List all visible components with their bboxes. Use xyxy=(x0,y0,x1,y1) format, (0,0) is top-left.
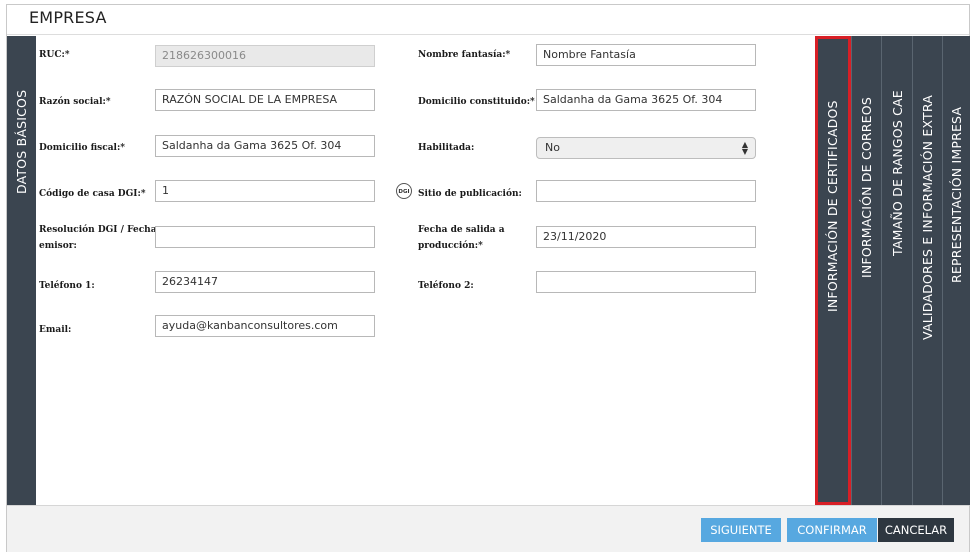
empresa-dialog: EMPRESA DATOS BÁSICOS RUC:* 218626300016… xyxy=(6,4,970,552)
ruc-label: RUC:* xyxy=(39,50,70,60)
codigo-casa-input[interactable]: 1 xyxy=(155,180,375,202)
nombre-fantasia-input[interactable]: Nombre Fantasía xyxy=(536,44,756,66)
resolucion-label-line1: Resolución DGI / Fecha xyxy=(39,225,157,235)
codigo-casa-label: Código de casa DGI:* xyxy=(39,189,146,199)
tab-informacion-correos[interactable]: INFORMACIÓN DE CORREOS xyxy=(851,36,881,505)
tab-datos-basicos[interactable]: DATOS BÁSICOS xyxy=(7,36,36,505)
tab-informacion-certificados[interactable]: INFORMACIÓN DE CERTIFICADOS xyxy=(815,36,851,505)
email-label: Email: xyxy=(39,325,72,335)
nombre-fantasia-label: Nombre fantasía:* xyxy=(418,50,511,60)
habilitada-select[interactable]: No ▲ ▼ xyxy=(536,137,756,159)
tab-tamano-rangos-cae-label: TAMAÑO DE RANGOS CAE xyxy=(890,90,905,256)
resolucion-label-line2: emisor: xyxy=(39,241,77,251)
telefono2-label: Teléfono 2: xyxy=(418,281,474,291)
title-divider xyxy=(7,34,969,35)
fecha-salida-input[interactable]: 23/11/2020 xyxy=(536,226,756,248)
siguiente-button[interactable]: SIGUIENTE xyxy=(701,518,781,542)
habilitada-label: Habilitada: xyxy=(418,143,475,153)
tab-informacion-certificados-label: INFORMACIÓN DE CERTIFICADOS xyxy=(825,100,840,312)
fecha-salida-label-line1: Fecha de salida a xyxy=(418,225,505,235)
dialog-footer: SIGUIENTE CONFIRMAR CANCELAR xyxy=(7,505,969,552)
resolucion-input[interactable] xyxy=(155,226,375,248)
tab-informacion-correos-label: INFORMACIÓN DE CORREOS xyxy=(859,97,874,278)
tab-representacion-impresa-label: REPRESENTACIÓN IMPRESA xyxy=(949,106,964,283)
domicilio-constituido-label: Domicilio constituido:* xyxy=(418,97,535,107)
razon-social-input[interactable]: RAZÓN SOCIAL DE LA EMPRESA xyxy=(155,89,375,111)
telefono1-input[interactable]: 26234147 xyxy=(155,271,375,293)
tab-tamano-rangos-cae[interactable]: TAMAÑO DE RANGOS CAE xyxy=(881,36,912,505)
select-arrows-icon: ▲ ▼ xyxy=(741,140,748,156)
fecha-salida-label-line2: producción:* xyxy=(418,241,483,251)
tab-validadores-label: VALIDADORES E INFORMACIÓN EXTRA xyxy=(920,95,935,340)
dialog-title: EMPRESA xyxy=(29,8,107,27)
ruc-input[interactable]: 218626300016 xyxy=(155,45,375,67)
email-input[interactable]: ayuda@kanbanconsultores.com xyxy=(155,315,375,337)
telefono1-label: Teléfono 1: xyxy=(39,281,95,291)
domicilio-fiscal-label: Domicilio fiscal:* xyxy=(39,143,125,153)
domicilio-fiscal-input[interactable]: Saldanha da Gama 3625 Of. 304 xyxy=(155,135,375,157)
tab-validadores-informacion-extra[interactable]: VALIDADORES E INFORMACIÓN EXTRA xyxy=(912,36,942,505)
sitio-publicacion-input[interactable] xyxy=(536,180,756,202)
datos-basicos-form: RUC:* 218626300016 Nombre fantasía:* Nom… xyxy=(37,36,815,505)
confirmar-button[interactable]: CONFIRMAR xyxy=(787,518,877,542)
razon-social-label: Razón social:* xyxy=(39,97,111,107)
tab-representacion-impresa[interactable]: REPRESENTACIÓN IMPRESA xyxy=(942,36,970,505)
tab-datos-basicos-label: DATOS BÁSICOS xyxy=(14,89,29,194)
right-tab-strip: INFORMACIÓN DE CERTIFICADOS INFORMACIÓN … xyxy=(815,36,970,505)
dgi-icon[interactable]: DGI xyxy=(396,183,412,199)
cancelar-button[interactable]: CANCELAR xyxy=(878,518,954,542)
sitio-publicacion-label: Sitio de publicación: xyxy=(418,189,522,199)
domicilio-constituido-input[interactable]: Saldanha da Gama 3625 Of. 304 xyxy=(536,89,756,111)
habilitada-selected-value: No xyxy=(545,141,560,154)
telefono2-input[interactable] xyxy=(536,271,756,293)
